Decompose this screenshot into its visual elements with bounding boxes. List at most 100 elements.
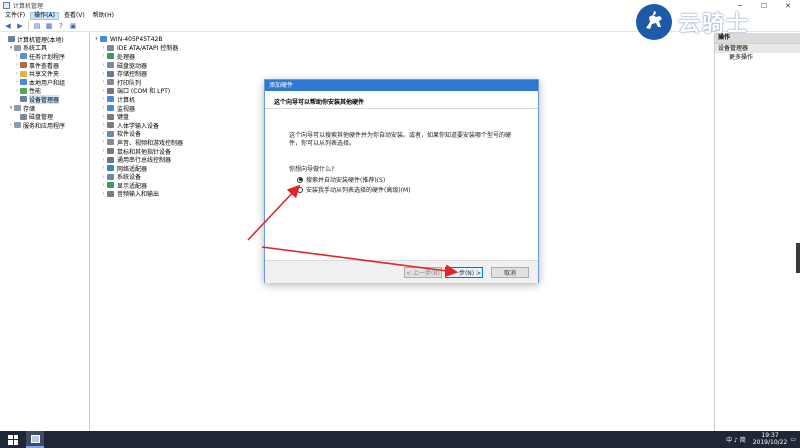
- tree-item[interactable]: › 性能: [0, 87, 89, 95]
- expand-icon[interactable]: ›: [100, 174, 107, 180]
- clock-date: 2019/10/22: [752, 438, 788, 446]
- taskbar-app-computer-management[interactable]: [26, 431, 44, 448]
- device-category[interactable]: › 处理器: [91, 52, 713, 61]
- expand-icon[interactable]: ›: [100, 191, 107, 197]
- expand-icon[interactable]: ›: [100, 71, 107, 77]
- console-tree: 计算机管理(本地) ▾ 系统工具 › 任务计划程序 › 事件查看器 › 共享文件夹 › 本地用户和组…: [0, 33, 90, 431]
- option-auto-install[interactable]: 搜索并自动安装硬件(推荐)(S): [297, 175, 385, 184]
- menu-view[interactable]: 查看(V): [61, 12, 88, 20]
- tree-item[interactable]: › 本地用户和组: [0, 78, 89, 87]
- expand-icon[interactable]: ›: [100, 157, 107, 163]
- scrollbar-handle[interactable]: [796, 243, 800, 273]
- expand-icon[interactable]: ›: [100, 114, 107, 120]
- expand-icon[interactable]: ›: [100, 165, 107, 171]
- device-icon: [107, 44, 114, 51]
- device-icon: [107, 79, 114, 86]
- device-icon: [107, 113, 114, 120]
- device-icon: [107, 53, 114, 60]
- radio-unchecked-icon[interactable]: [297, 186, 303, 193]
- device-icon: [107, 139, 114, 146]
- expand-icon[interactable]: ›: [100, 45, 107, 51]
- dialog-question: 你想向导做什么?: [289, 166, 335, 173]
- dialog-title: 添加硬件: [265, 80, 538, 91]
- tree-item[interactable]: 磁盘管理: [0, 112, 89, 121]
- device-icon: [107, 62, 114, 69]
- back-button[interactable]: < 上一步(B): [404, 267, 442, 278]
- device-icon: [107, 122, 114, 129]
- expand-icon[interactable]: ›: [100, 122, 107, 128]
- tree-node-icon: [14, 44, 21, 51]
- expand-icon[interactable]: ›: [100, 131, 107, 137]
- tree-item[interactable]: › 服务和应用程序: [0, 121, 89, 130]
- tree-item[interactable]: › 事件查看器: [0, 61, 89, 70]
- device-category[interactable]: › 磁盘驱动器: [91, 61, 713, 70]
- tree-item[interactable]: ▾ 存储: [0, 104, 89, 113]
- device-icon: [107, 70, 114, 77]
- device-category-label: 音频输入和输出: [117, 191, 160, 199]
- device-category[interactable]: › IDE ATA/ATAPI 控制器: [91, 44, 713, 52]
- expand-icon[interactable]: ›: [100, 139, 107, 145]
- brand-watermark: 云骑士: [636, 4, 786, 40]
- taskbar: 中 ♪ 简 19:37 2019/10/22 ▭: [0, 431, 800, 448]
- start-button[interactable]: [0, 431, 26, 448]
- tree-item[interactable]: › 任务计划程序: [0, 52, 89, 61]
- windows-logo-icon: [8, 434, 18, 445]
- tree-item[interactable]: 设备管理器: [0, 94, 89, 104]
- actions-section[interactable]: 设备管理器: [715, 43, 800, 53]
- cancel-button[interactable]: 取消: [491, 267, 529, 278]
- device-icon: [107, 96, 114, 103]
- system-tray: 中 ♪ 简 19:37 2019/10/22 ▭: [726, 431, 796, 448]
- expand-icon[interactable]: ›: [100, 53, 107, 59]
- next-button[interactable]: 下一步(N) >: [445, 267, 483, 278]
- tray-icons[interactable]: 中 ♪ 简: [726, 435, 746, 444]
- expand-icon[interactable]: ›: [100, 148, 107, 154]
- scan-hardware-icon[interactable]: ▣: [69, 22, 77, 30]
- toolbar-divider: [28, 22, 29, 30]
- add-hardware-dialog: 添加硬件 这个向导可以帮助你安装其他硬件 这个向导可以搜索其他硬件并为你自动安装…: [264, 79, 539, 283]
- tree-node-icon: [20, 87, 27, 94]
- radio-checked-icon[interactable]: [297, 176, 303, 183]
- back-arrow-icon[interactable]: ◀: [4, 22, 12, 30]
- device-icon: [107, 148, 114, 155]
- menu-file[interactable]: 文件(F): [2, 12, 28, 20]
- notification-icon[interactable]: ▭: [790, 436, 796, 443]
- tree-item[interactable]: › 共享文件夹: [0, 69, 89, 78]
- horse-rider-logo-icon: [636, 4, 672, 40]
- option-auto-install-label: 搜索并自动安装硬件(推荐)(S): [306, 177, 386, 184]
- clock[interactable]: 19:37 2019/10/22: [752, 432, 788, 446]
- tree-node-icon: [20, 79, 27, 86]
- console-tree-icon[interactable]: ▤: [33, 22, 41, 30]
- option-manual-install-label: 安装我手动从列表选择的硬件(高级)(M): [306, 187, 411, 194]
- tree-item[interactable]: ▾ 系统工具: [0, 44, 89, 52]
- tree-node-icon: [20, 53, 27, 60]
- actions-pane: 操作 设备管理器 更多操作: [714, 33, 800, 431]
- properties-icon[interactable]: ▦: [45, 22, 53, 30]
- tree-node-icon: [14, 105, 21, 112]
- tree-item-label: 服务和应用程序: [23, 122, 66, 130]
- computer-management-icon: [30, 434, 40, 443]
- tree-node-icon: [14, 122, 21, 129]
- expand-icon[interactable]: ›: [100, 96, 107, 102]
- expand-icon[interactable]: ›: [100, 105, 107, 111]
- forward-arrow-icon[interactable]: ▶: [16, 22, 24, 30]
- device-root-label: WIN-405P45T42B: [110, 35, 163, 43]
- expand-icon[interactable]: ›: [100, 88, 107, 94]
- tree-node-icon: [20, 113, 27, 120]
- menu-help[interactable]: 帮助(H): [90, 12, 117, 20]
- device-icon: [107, 190, 114, 197]
- expand-icon[interactable]: ›: [100, 62, 107, 68]
- brand-text: 云骑士: [678, 12, 751, 37]
- dialog-header: 这个向导可以帮助你安装其他硬件: [265, 91, 538, 109]
- more-actions-link[interactable]: 更多操作: [715, 53, 800, 63]
- expand-icon[interactable]: ›: [100, 79, 107, 85]
- collapse-icon[interactable]: ▾: [93, 36, 100, 42]
- device-icon: [107, 182, 114, 189]
- expand-icon[interactable]: ›: [100, 182, 107, 188]
- device-category[interactable]: › 存储控制器: [91, 69, 713, 78]
- tree-item[interactable]: 计算机管理(本地): [0, 35, 89, 44]
- help-icon[interactable]: ?: [57, 22, 65, 30]
- device-root[interactable]: ▾ WIN-405P45T42B: [91, 35, 713, 44]
- device-icon: [107, 165, 114, 172]
- option-manual-install[interactable]: 安装我手动从列表选择的硬件(高级)(M): [297, 185, 411, 194]
- menu-action[interactable]: 操作(A): [30, 11, 59, 20]
